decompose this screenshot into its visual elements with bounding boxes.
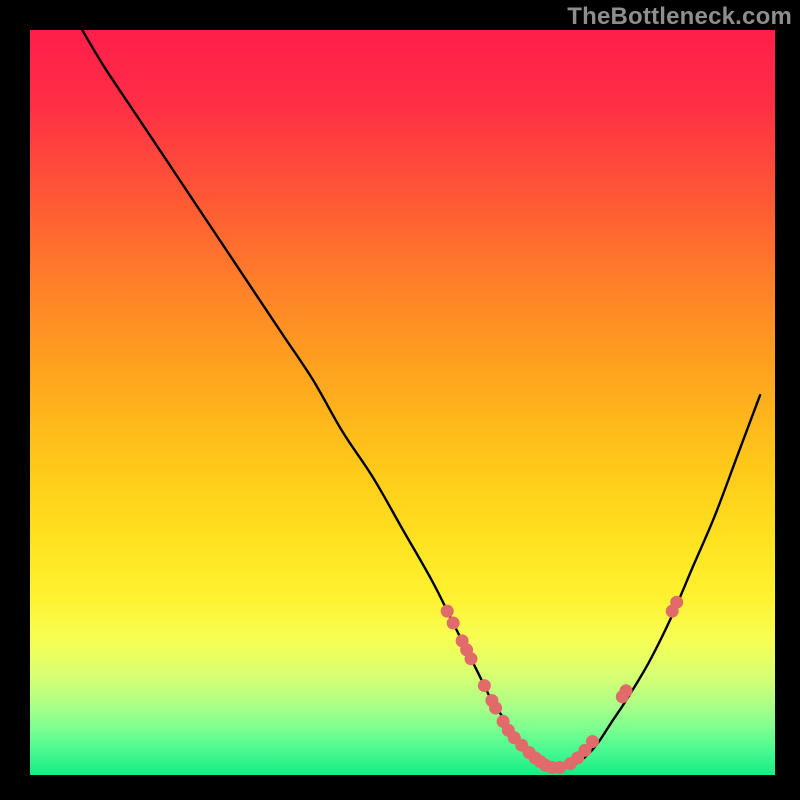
data-marker [489, 702, 502, 715]
data-marker [441, 605, 454, 618]
watermark-text: TheBottleneck.com [567, 3, 792, 31]
data-marker [620, 684, 633, 697]
bottleneck-chart [0, 0, 800, 800]
data-marker [465, 652, 478, 665]
data-marker [447, 617, 460, 630]
data-marker [586, 735, 599, 748]
data-marker [478, 679, 491, 692]
chart-stage: TheBottleneck.com [0, 0, 800, 800]
data-marker [670, 596, 683, 609]
plot-background [30, 30, 775, 775]
